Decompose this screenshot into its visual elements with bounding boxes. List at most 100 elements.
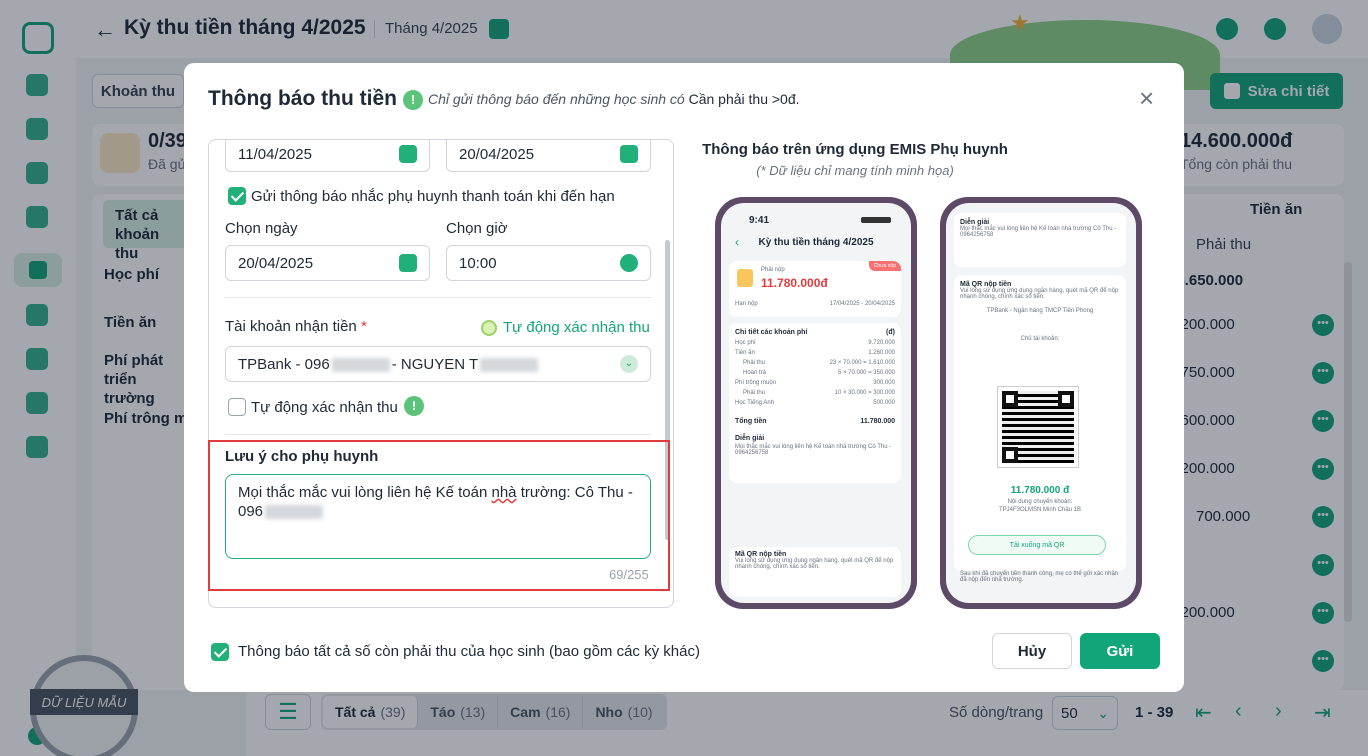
total-row: Tổng tiền 11.780.000	[729, 416, 901, 427]
qr-corner	[1002, 447, 1018, 463]
must-pay-label: Phải nộp	[761, 267, 785, 273]
deadline-value: 17/04/2025 - 20/04/2025	[829, 301, 895, 307]
signal-icon	[861, 217, 891, 223]
modal-title: Thông báo thu tiền	[208, 87, 397, 110]
detail-header: Chi tiết các khoản phí (đ)	[729, 327, 901, 338]
choose-time-label: Chọn giờ	[446, 220, 508, 237]
fee-name: Học Tiếng Anh	[735, 400, 775, 406]
qr-corner	[1002, 391, 1018, 407]
send-date-value: 20/04/2025	[238, 254, 314, 272]
phone-preview-2: Diễn giải Mọi thắc mắc vui lòng liên hệ …	[940, 197, 1142, 609]
close-icon[interactable]: ×	[1139, 85, 1154, 111]
due-tag: Chưa nộp	[868, 261, 901, 271]
highlight-box	[208, 440, 670, 591]
fee-name: Học phí	[735, 340, 756, 346]
note-emphasis: Cần phải thu >0đ.	[688, 91, 800, 107]
fee-name: Phí trông muộn	[735, 380, 777, 386]
explain-label: Diễn giải	[960, 219, 990, 226]
redacted-block	[480, 357, 539, 372]
fee-value: 300.000	[873, 380, 895, 386]
fee-row: Học phí 9.720.000	[729, 338, 901, 348]
unit-label: (đ)	[886, 329, 895, 336]
after-transfer-text: Sau khi đã chuyển tiền thành công, mẹ có…	[960, 571, 1119, 583]
account-label: Tài khoản nhận tiền *	[225, 318, 367, 335]
phone-time: 9:41	[749, 215, 770, 226]
account-select[interactable]: TPBank - 096 - NGUYEN T ⌄	[225, 346, 651, 382]
account-value: TPBank - 096 - NGUYEN T	[238, 356, 540, 373]
fee-row: Học Tiếng Anh 500.000	[729, 398, 901, 408]
fee-value: 1.260.000	[868, 350, 895, 356]
remind-label: Gửi thông báo nhắc phụ huynh thanh toán …	[251, 188, 615, 205]
divider	[225, 434, 651, 435]
auto-confirm-checkbox[interactable]	[228, 398, 246, 416]
bank-name: TPBank - Ngân hàng TMCP Tiên Phong	[986, 308, 1094, 314]
date-from-field[interactable]: 11/04/2025	[225, 140, 430, 172]
fee-value: 500.000	[873, 400, 895, 406]
download-qr-label: Tải xuống mã QR	[1009, 541, 1065, 549]
qr-corner	[1058, 391, 1074, 407]
fee-name: Phải thu	[743, 390, 766, 396]
transfer-label: Nội dung chuyển khoản:	[1007, 499, 1073, 505]
explain-text: Mọi thắc mắc vui lòng liên hệ Kế toán nh…	[735, 444, 892, 456]
choose-date-label: Chọn ngày	[225, 220, 298, 237]
notify-all-label: Thông báo tất cả số còn phải thu của học…	[238, 643, 700, 660]
fee-row: Hoàn trả 5 × 70.000 = 350.000	[729, 368, 901, 378]
phone-pay-card: Chưa nộp Phải nộp 11.780.000đ Hạn nộp 17…	[729, 261, 901, 317]
date-to-value: 20/04/2025	[459, 145, 535, 163]
phone-title: Kỳ thu tiền tháng 4/2025	[758, 237, 874, 248]
qr-amount: 11.780.000 đ	[1010, 485, 1070, 496]
bulb-icon	[481, 319, 497, 336]
clock-icon	[620, 254, 638, 272]
phone-qr-card: Mã QR nộp tiền Vui lòng sử dụng ứng dụng…	[729, 547, 901, 597]
phone-preview-1: 9:41 ‹ Kỳ thu tiền tháng 4/2025 Chưa nộp…	[715, 197, 917, 609]
explain-label: Diễn giải	[735, 435, 765, 442]
redacted-block	[331, 357, 390, 372]
preview-title: Thông báo trên ứng dụng EMIS Phụ huynh	[702, 141, 1008, 158]
calendar-icon	[399, 145, 417, 163]
date-from-value: 11/04/2025	[238, 145, 312, 163]
deadline-label: Hạn nộp	[735, 301, 758, 307]
invoice-icon	[737, 269, 753, 287]
explain-text: Mọi thắc mắc vui lòng liên hệ Kế toán nh…	[960, 226, 1117, 238]
account-label-text: Tài khoản nhận tiền	[225, 318, 357, 335]
account-prefix: TPBank - 096	[238, 355, 330, 373]
qr-text: Vui lòng sử dụng ứng dụng ngân hàng, qué…	[960, 288, 1119, 300]
cancel-button[interactable]: Hủy	[992, 633, 1072, 669]
notify-all-checkbox[interactable]	[211, 643, 229, 661]
explain-row: Diễn giải	[729, 433, 901, 444]
fee-value: 23 × 70.000 = 1.610.000	[829, 360, 895, 366]
app-root: ← Kỳ thu tiền tháng 4/2025 Tháng 4/2025 …	[0, 0, 1368, 756]
date-to-field[interactable]: 20/04/2025	[446, 140, 651, 172]
preview-subtitle: (* Dữ liệu chỉ mang tính minh họa)	[756, 163, 954, 178]
info-icon[interactable]: !	[404, 396, 424, 416]
note-prefix: Chỉ gửi thông báo đến những học sinh có	[428, 91, 685, 107]
phone-detail-card: Chi tiết các khoản phí (đ) Học phí 9.720.0…	[729, 323, 901, 483]
qr-label: Mã QR nộp tiền	[735, 551, 787, 558]
auto-confirm-link[interactable]: Tự động xác nhận thu	[481, 319, 650, 336]
qr-code-image	[998, 387, 1078, 467]
must-pay-amount: 11.780.000đ	[761, 276, 828, 290]
fee-name: Phải thu	[743, 360, 766, 366]
fee-row: Phải thu 23 × 70.000 = 1.610.000	[729, 358, 901, 368]
send-time-field[interactable]: 10:00	[446, 245, 651, 281]
send-date-field[interactable]: 20/04/2025	[225, 245, 430, 281]
fee-value: 5 × 70.000 = 350.000	[837, 370, 895, 376]
payment-notice-modal: Thông báo thu tiền ! Chỉ gửi thông báo đ…	[184, 63, 1184, 692]
calendar-icon	[620, 145, 638, 163]
fee-value: 9.720.000	[868, 340, 895, 346]
fee-name: Tiền ăn	[735, 350, 755, 356]
auto-confirm-label: Tự động xác nhận thu	[251, 399, 398, 416]
fee-value: 10 × 30.000 = 300.000	[834, 390, 895, 396]
divider	[225, 297, 651, 298]
chevron-down-icon: ⌄	[620, 355, 638, 373]
holder-label: Chủ tài khoản:	[1020, 336, 1060, 342]
remind-checkbox[interactable]	[228, 187, 246, 205]
send-button[interactable]: Gửi	[1080, 633, 1160, 669]
auto-confirm-link-text: Tự động xác nhận thu	[503, 319, 650, 336]
download-qr-button: Tải xuống mã QR	[968, 535, 1106, 555]
phone-screen: 9:41 ‹ Kỳ thu tiền tháng 4/2025 Chưa nộp…	[721, 203, 911, 603]
transfer-code: TPJ4F3OLMSN Minh Châu 1B	[998, 507, 1082, 513]
send-time-value: 10:00	[459, 254, 497, 272]
account-mid: - NGUYEN T	[391, 355, 479, 373]
phone-screen: Diễn giải Mọi thắc mắc vui lòng liên hệ …	[946, 203, 1136, 603]
